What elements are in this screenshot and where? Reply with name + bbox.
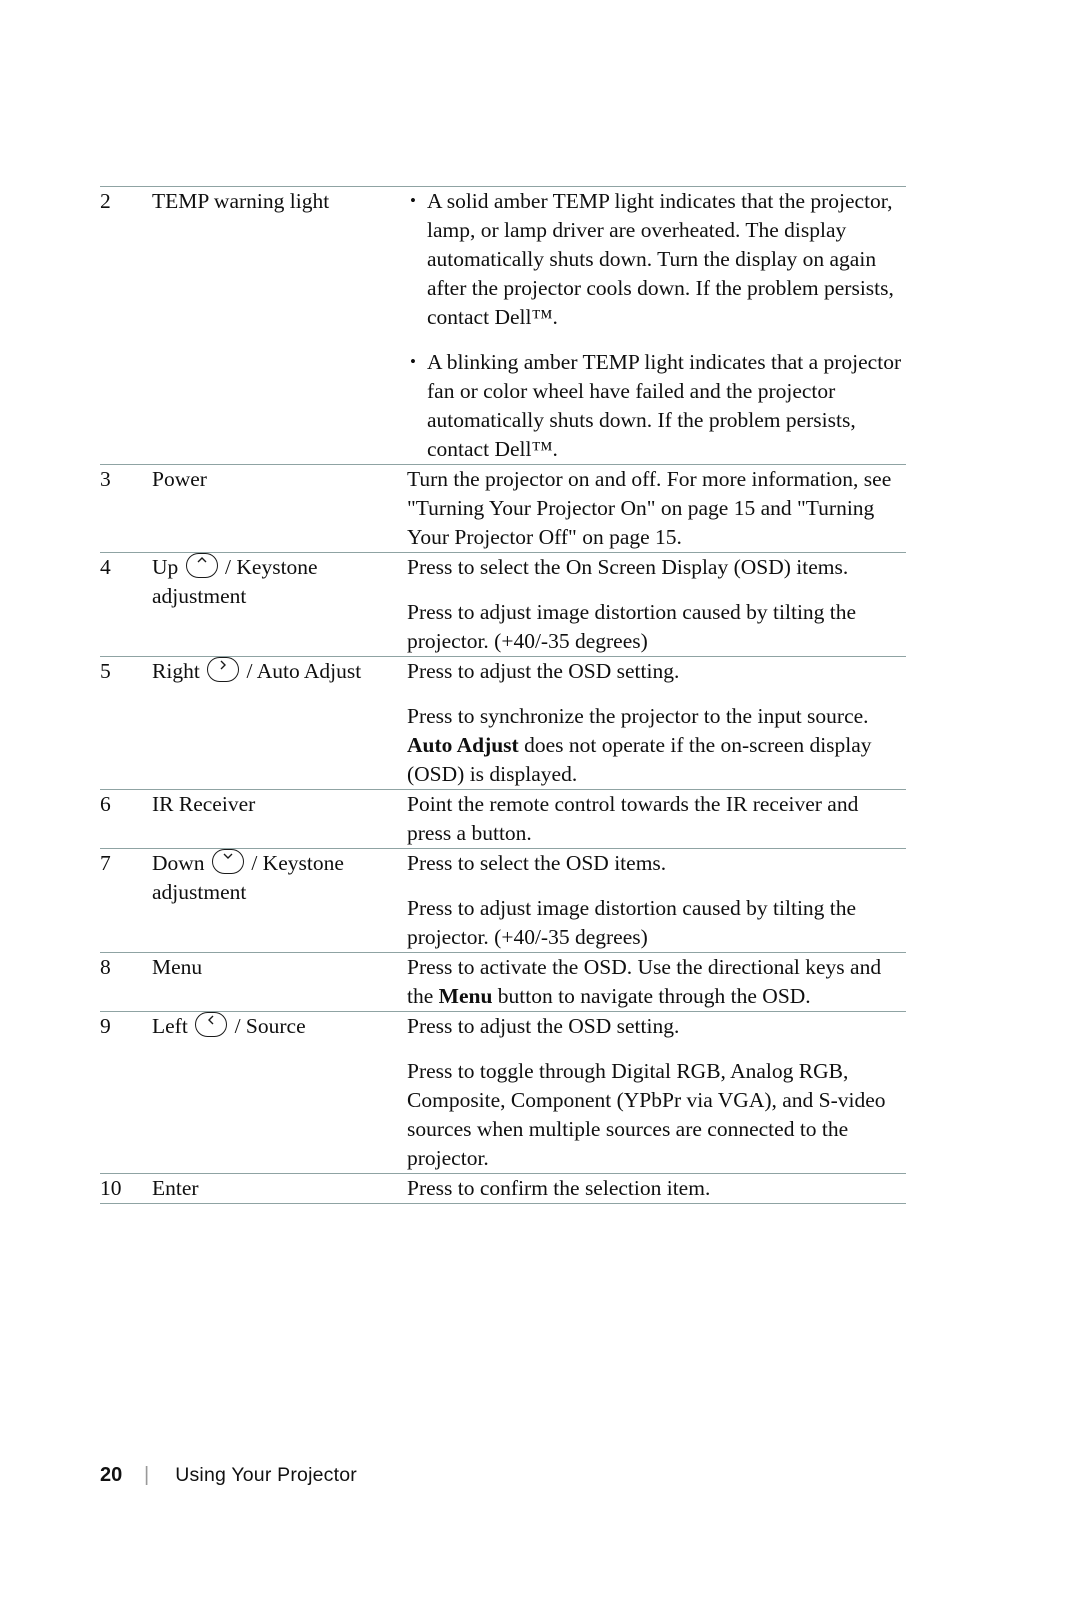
row-control-name: Menu <box>152 952 407 1012</box>
table-body: 2TEMP warning lightA solid amber TEMP li… <box>100 186 906 1204</box>
row-number: 2 <box>100 186 152 465</box>
footer-chapter-title: Using Your Projector <box>175 1464 357 1486</box>
row-description: Point the remote control towards the IR … <box>407 789 906 849</box>
document-page: 2TEMP warning lightA solid amber TEMP li… <box>0 0 1080 1620</box>
table-row: 3 Power Turn the projector on and off. For… <box>100 464 906 553</box>
row-description: Press to activate the OSD. Use the direc… <box>407 952 906 1012</box>
row-control-name: Enter <box>152 1173 407 1204</box>
row-number: 6 <box>100 789 152 849</box>
description-paragraph: Press to select the On Screen Display (O… <box>407 555 849 579</box>
row-number: 8 <box>100 952 152 1012</box>
row-control-name: TEMP warning light <box>152 186 407 465</box>
description-paragraph: Press to activate the OSD. Use the direc… <box>407 955 882 1008</box>
page-footer: 20 | Using Your Projector <box>100 1464 906 1487</box>
footer-page-number: 20 <box>100 1464 123 1486</box>
row-description: A solid amber TEMP light indicates that … <box>407 186 906 465</box>
chevron-left-icon <box>195 1012 228 1037</box>
row-number: 9 <box>100 1011 152 1174</box>
description-bullet: A blinking amber TEMP light indicates th… <box>407 347 906 464</box>
table-row: 7 Down / Keystone adjustment Press to sele… <box>100 848 906 953</box>
table-row: 10 Enter Press to confirm the selection it… <box>100 1173 906 1204</box>
description-bullet-list: A solid amber TEMP light indicates that … <box>407 186 906 464</box>
table-row: 9 Left / Source Press to adjust the OSD se… <box>100 1011 906 1174</box>
description-paragraph: Press to adjust the OSD setting. <box>407 1014 680 1038</box>
row-number: 10 <box>100 1173 152 1204</box>
description-paragraph: Turn the projector on and off. For more … <box>407 467 892 549</box>
description-paragraph: Press to confirm the selection item. <box>407 1176 711 1200</box>
row-description: Turn the projector on and off. For more … <box>407 464 906 553</box>
row-number: 4 <box>100 552 152 657</box>
description-paragraph: Press to toggle through Digital RGB, Ana… <box>407 1059 886 1170</box>
table-row: 2TEMP warning lightA solid amber TEMP li… <box>100 186 906 465</box>
table-row: 8 Menu Press to activate the OSD. Use the … <box>100 952 906 1012</box>
row-description: Press to adjust the OSD setting. Press to… <box>407 1011 906 1174</box>
row-control-name: Up / Keystone adjustment <box>152 552 407 657</box>
description-paragraph: Point the remote control towards the IR … <box>407 792 859 845</box>
description-paragraph: Press to synchronize the projector to th… <box>407 704 872 786</box>
projector-controls-table: 2TEMP warning lightA solid amber TEMP li… <box>100 186 906 1204</box>
row-control-name: IR Receiver <box>152 789 407 849</box>
row-description: Press to select the OSD items. Press to a… <box>407 848 906 953</box>
row-number: 7 <box>100 848 152 953</box>
table-row: 6 IR Receiver Point the remote control tow… <box>100 789 906 849</box>
table-row: 5 Right / Auto Adjust Press to adjust the … <box>100 656 906 790</box>
chevron-up-icon <box>185 553 218 578</box>
description-paragraph: Press to adjust the OSD setting. <box>407 659 680 683</box>
row-description: Press to adjust the OSD setting. Press to… <box>407 656 906 790</box>
description-paragraph: Press to adjust image distortion caused … <box>407 600 857 653</box>
table-row: 4 Up / Keystone adjustment Press to select… <box>100 552 906 657</box>
row-number: 3 <box>100 464 152 553</box>
row-control-name: Power <box>152 464 407 553</box>
chevron-right-icon <box>207 657 240 682</box>
row-number: 5 <box>100 656 152 790</box>
description-bullet: A solid amber TEMP light indicates that … <box>407 186 906 332</box>
footer-separator: | <box>144 1464 150 1486</box>
row-control-name: Down / Keystone adjustment <box>152 848 407 953</box>
spec-table-container: 2TEMP warning lightA solid amber TEMP li… <box>100 186 906 1204</box>
description-paragraph: Press to select the OSD items. <box>407 851 667 875</box>
row-control-name: Right / Auto Adjust <box>152 656 407 790</box>
description-paragraph: Press to adjust image distortion caused … <box>407 896 857 949</box>
row-description: Press to confirm the selection item. <box>407 1173 906 1204</box>
row-description: Press to select the On Screen Display (O… <box>407 552 906 657</box>
chevron-down-icon <box>211 849 244 874</box>
row-control-name: Left / Source <box>152 1011 407 1174</box>
